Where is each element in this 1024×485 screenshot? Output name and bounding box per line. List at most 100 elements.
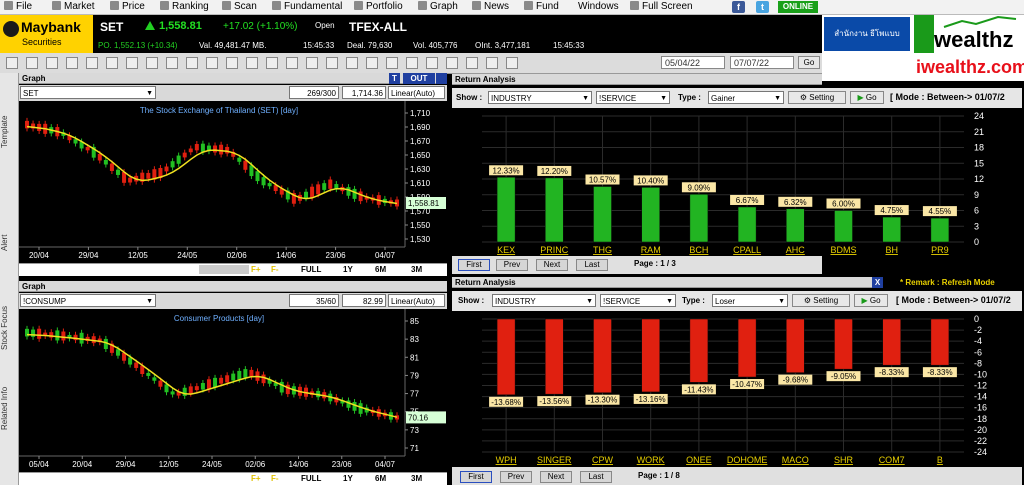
zoom-out-button[interactable]: F- (271, 264, 279, 276)
toolbar-tool-icon[interactable] (466, 57, 478, 69)
toolbar-tool-icon[interactable] (166, 57, 178, 69)
toolbar-tool-icon[interactable] (306, 57, 318, 69)
tab-template[interactable]: Template (0, 97, 18, 167)
range-3m-button[interactable]: 3M (411, 473, 422, 485)
show-label: Show : (458, 296, 485, 305)
first-page-button[interactable]: First (460, 471, 492, 483)
facebook-icon[interactable]: f (732, 1, 745, 13)
market-state: Open (315, 21, 335, 30)
ra1-show-select[interactable]: INDUSTRY ▼ (488, 91, 592, 104)
graph1-t-button[interactable]: T (389, 73, 400, 84)
toolbar-tool-icon[interactable] (6, 57, 18, 69)
graph2-symbol-select[interactable]: !CONSUMP ▼ (20, 294, 156, 307)
toolbar-go-button[interactable]: Go (798, 56, 820, 69)
tfex-ticker[interactable]: TFEX-ALL Deal. 79,630 Vol. 405,776 OInt.… (343, 15, 593, 53)
toolbar-tool-icon[interactable] (266, 57, 278, 69)
ra2-setting-button[interactable]: ⚙ Setting (792, 294, 850, 307)
menu-scan[interactable]: Scan (222, 0, 257, 14)
ra2-show-select[interactable]: INDUSTRY ▼ (492, 294, 596, 307)
range-6m-button[interactable]: 6M (375, 473, 386, 485)
ra2-go-button[interactable]: ▶ Go (854, 294, 888, 307)
toolbar-tool-icon[interactable] (426, 57, 438, 69)
toolbar-tool-icon[interactable] (326, 57, 338, 69)
loser-bar-chart[interactable]: 0-2-4-6-8-10 -12-14-16-18-20-22-24 -13.68%… (452, 311, 1022, 466)
prev-page-button[interactable]: Prev (496, 259, 528, 271)
range-1y-button[interactable]: 1Y (343, 473, 353, 485)
ra1-go-button[interactable]: ▶ Go (850, 91, 884, 104)
toolbar-tool-icon[interactable] (186, 57, 198, 69)
tab-stock-focus[interactable]: Stock Focus (0, 293, 18, 363)
toolbar-tool-icon[interactable] (86, 57, 98, 69)
toolbar-tool-icon[interactable] (106, 57, 118, 69)
next-page-button[interactable]: Next (540, 471, 572, 483)
toolbar-tool-icon[interactable] (286, 57, 298, 69)
set-ticker[interactable]: SET 1,558.81 +17.02 (+1.10%) Open PO. 1,… (93, 15, 343, 53)
range-1y-button[interactable]: 1Y (343, 264, 353, 276)
prev-page-button[interactable]: Prev (500, 471, 532, 483)
graph1-close-icon[interactable] (436, 73, 447, 84)
ra2-close-button[interactable]: X (872, 277, 883, 288)
menu-file[interactable]: File (4, 0, 32, 14)
date-to-input[interactable]: 07/07/22 (730, 56, 794, 69)
range-full-button[interactable]: FULL (301, 264, 321, 276)
y-tick-label: -20 (974, 425, 987, 435)
menu-portfolio[interactable]: Portfolio (354, 0, 403, 14)
next-page-button[interactable]: Next (536, 259, 568, 271)
graph1-symbol-select[interactable]: SET ▼ (20, 86, 156, 99)
menu-market[interactable]: Market (52, 0, 95, 14)
toolbar-tool-icon[interactable] (26, 57, 38, 69)
consumer-candle-chart[interactable]: Consumer Products [day]85838179777573710… (19, 309, 447, 472)
menu-ranking[interactable]: Ranking (160, 0, 209, 14)
graph1-out-button[interactable]: OUT (403, 73, 435, 84)
toolbar-tool-icon[interactable] (386, 57, 398, 69)
twitter-icon[interactable]: t (756, 1, 769, 13)
toolbar-tool-icon[interactable] (486, 57, 498, 69)
range-full-button[interactable]: FULL (301, 473, 321, 485)
graph1-scrollbar[interactable] (199, 265, 249, 274)
last-page-button[interactable]: Last (576, 259, 608, 271)
ra2-sector-select[interactable]: !SERVICE ▼ (600, 294, 676, 307)
graph2-scale-select[interactable]: Linear(Auto) (388, 294, 445, 307)
data-label: -9.68% (783, 376, 808, 385)
toolbar-tool-icon[interactable] (226, 57, 238, 69)
toolbar-tool-icon[interactable] (346, 57, 358, 69)
toolbar-tool-icon[interactable] (446, 57, 458, 69)
menu-full-screen[interactable]: Full Screen (630, 0, 693, 14)
toolbar-tool-icon[interactable] (146, 57, 158, 69)
ra2-type-select[interactable]: Loser ▼ (712, 294, 788, 307)
toolbar-tool-icon[interactable] (366, 57, 378, 69)
date-from-input[interactable]: 05/04/22 (661, 56, 725, 69)
set-candle-chart[interactable]: The Stock Exchange of Thailand (SET) [da… (19, 101, 447, 263)
zoom-in-button[interactable]: F+ (251, 473, 261, 485)
menu-news[interactable]: News (472, 0, 509, 14)
toolbar-tool-icon[interactable] (46, 57, 58, 69)
toolbar-tool-icon[interactable] (406, 57, 418, 69)
menu-graph[interactable]: Graph (418, 0, 458, 14)
ra1-type-select[interactable]: Gainer ▼ (708, 91, 784, 104)
y-tick-label: 9 (974, 190, 979, 200)
toolbar-tool-icon[interactable] (246, 57, 258, 69)
tab-related-info[interactable]: Related Info (0, 373, 18, 443)
candle-body (109, 163, 114, 171)
toolbar-tool-icon[interactable] (506, 57, 518, 69)
menu-price[interactable]: Price (110, 0, 145, 14)
last-page-button[interactable]: Last (580, 471, 612, 483)
first-page-button[interactable]: First (458, 259, 490, 271)
ra1-sector-select[interactable]: !SERVICE ▼ (596, 91, 670, 104)
menu-fund[interactable]: Fund (524, 0, 559, 14)
range-6m-button[interactable]: 6M (375, 264, 386, 276)
zoom-in-button[interactable]: F+ (251, 264, 261, 276)
toolbar-tool-icon[interactable] (126, 57, 138, 69)
ra1-setting-button[interactable]: ⚙ Setting (788, 91, 846, 104)
menu-fundamental[interactable]: Fundamental (272, 0, 342, 14)
gainer-bar-chart[interactable]: 24 21 18 15 12 9 6 3 0 12.33% KEX 12.20% PRINC 10.57%… (452, 108, 1022, 256)
range-3m-button[interactable]: 3M (411, 264, 422, 276)
toolbar-tool-icon[interactable] (206, 57, 218, 69)
online-status-badge: ONLINE (778, 1, 818, 13)
candle-body (285, 384, 290, 395)
graph1-scale-select[interactable]: Linear(Auto) (388, 86, 445, 99)
zoom-out-button[interactable]: F- (271, 473, 279, 485)
toolbar-tool-icon[interactable] (66, 57, 78, 69)
tab-alert[interactable]: Alert (0, 213, 18, 273)
menu-windows[interactable]: Windows (578, 0, 619, 14)
